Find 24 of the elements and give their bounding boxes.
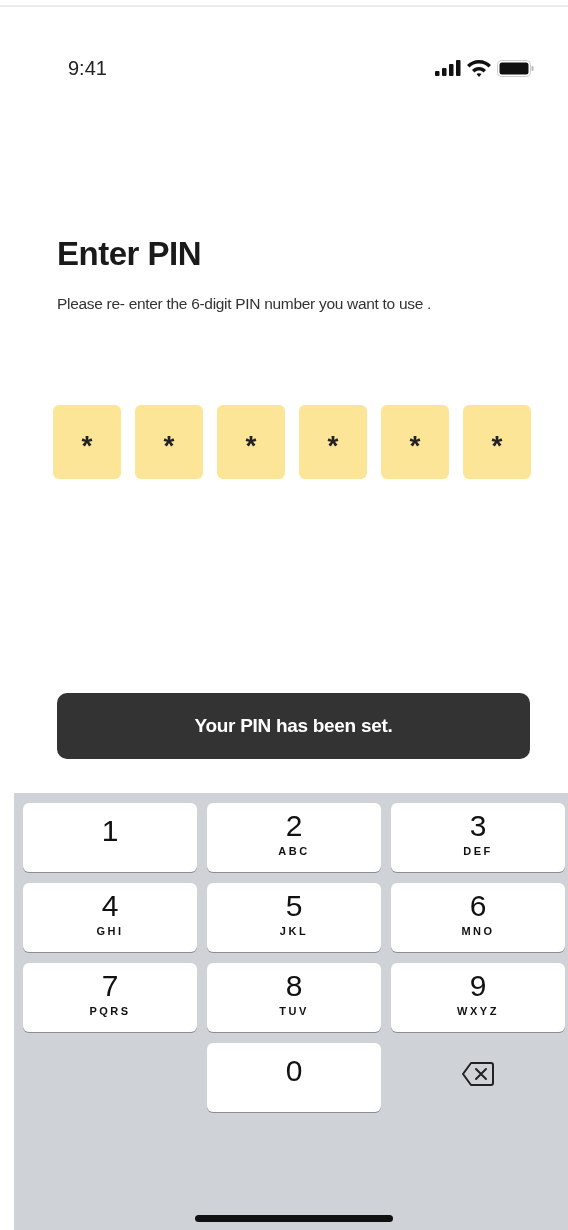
keypad-key[interactable]: 4 GHI — [23, 883, 197, 952]
keypad-key[interactable]: 2 ABC — [207, 803, 381, 872]
signal-icon — [435, 60, 461, 76]
pin-digit-field[interactable]: * — [299, 405, 367, 479]
pin-digit-field[interactable]: * — [381, 405, 449, 479]
keypad-key[interactable]: 6 MNO — [391, 883, 565, 952]
wifi-icon — [467, 59, 491, 77]
pin-digit-field[interactable]: * — [53, 405, 121, 479]
battery-icon — [497, 59, 534, 77]
backspace-icon — [461, 1060, 495, 1087]
keypad-key[interactable]: 9 WXYZ — [391, 963, 565, 1032]
instruction-text: Please re- enter the 6-digit PIN number you want to use . — [57, 295, 433, 313]
pin-digit-field[interactable]: * — [135, 405, 203, 479]
pin-digit-field[interactable]: * — [217, 405, 285, 479]
keypad-key[interactable]: 8 TUV — [207, 963, 381, 1032]
keypad-key[interactable]: 3 DEF — [391, 803, 565, 872]
keypad-key[interactable]: 7 PQRS — [23, 963, 197, 1032]
status-time: 9:41 — [68, 56, 107, 80]
keypad-key[interactable]: 5 JKL — [207, 883, 381, 952]
page-title: Enter PIN — [57, 235, 203, 273]
toast-message: Your PIN has been set. — [57, 693, 530, 759]
pin-digit-field[interactable]: * — [463, 405, 531, 479]
keypad-key[interactable]: 1 — [23, 803, 197, 872]
keypad-key[interactable]: 0 — [207, 1043, 381, 1112]
